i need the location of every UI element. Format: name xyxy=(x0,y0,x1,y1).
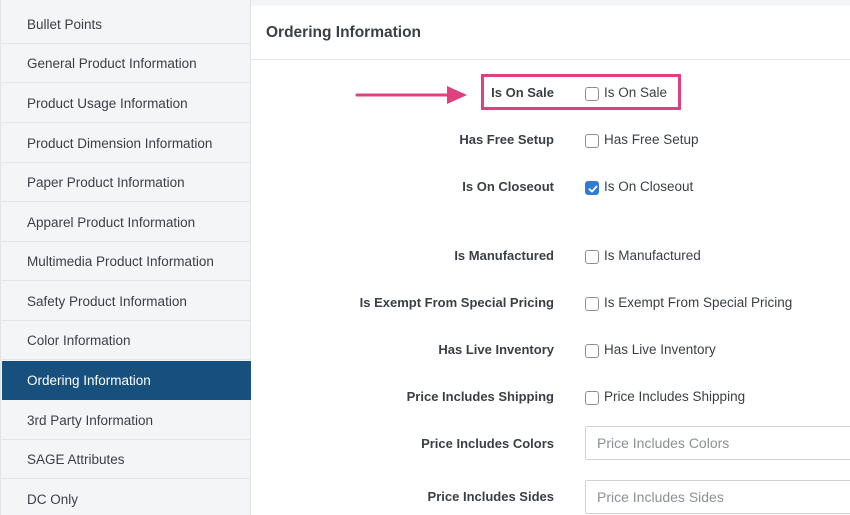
is-exempt-from-special-pricing-checkbox[interactable] xyxy=(585,297,599,311)
is-on-closeout-checkbox-label[interactable]: Is On Closeout xyxy=(604,179,693,194)
has-free-setup-checkbox-label[interactable]: Has Free Setup xyxy=(604,132,699,147)
sidebar-item-label: Product Dimension Information xyxy=(27,135,213,151)
sidebar-item-3rd-party-information[interactable]: 3rd Party Information xyxy=(2,401,251,440)
price-includes-sides-label: Price Includes Sides xyxy=(427,489,554,504)
price-includes-colors-label: Price Includes Colors xyxy=(421,436,554,451)
section-title: Ordering Information xyxy=(266,23,421,41)
sidebar-item-product-usage-information[interactable]: Product Usage Information xyxy=(2,84,251,123)
section-header: Ordering Information xyxy=(251,6,850,60)
price-includes-shipping-checkbox-label[interactable]: Price Includes Shipping xyxy=(604,389,745,404)
sidebar-item-label: 3rd Party Information xyxy=(27,412,154,428)
sidebar-item-label: DC Only xyxy=(27,491,79,507)
is-manufactured-label: Is Manufactured xyxy=(454,248,554,263)
sidebar-item-label: Bullet Points xyxy=(27,16,103,32)
sidebar-nav: Bullet Points General Product Informatio… xyxy=(0,0,251,515)
sidebar-item-color-information[interactable]: Color Information xyxy=(2,321,251,360)
sidebar-item-label: SAGE Attributes xyxy=(27,451,125,467)
sidebar-item-label: Multimedia Product Information xyxy=(27,253,214,269)
has-free-setup-checkbox[interactable] xyxy=(585,134,599,148)
sidebar-item-product-dimension-information[interactable]: Product Dimension Information xyxy=(2,124,251,163)
sidebar-item-sage-attributes[interactable]: SAGE Attributes xyxy=(2,440,251,479)
price-includes-shipping-checkbox[interactable] xyxy=(585,391,599,405)
is-on-closeout-checkbox[interactable] xyxy=(585,181,599,195)
price-includes-sides-input[interactable] xyxy=(585,480,850,514)
sidebar-item-label: Paper Product Information xyxy=(27,174,185,190)
price-includes-shipping-label: Price Includes Shipping xyxy=(406,389,554,404)
sidebar-item-dc-only[interactable]: DC Only xyxy=(2,480,251,515)
is-exempt-from-special-pricing-checkbox-label[interactable]: Is Exempt From Special Pricing xyxy=(604,295,792,310)
sidebar-item-label: Safety Product Information xyxy=(27,293,187,309)
sidebar-item-multimedia-product-information[interactable]: Multimedia Product Information xyxy=(2,242,251,281)
sidebar-item-ordering-information[interactable]: Ordering Information xyxy=(2,361,251,400)
has-live-inventory-label: Has Live Inventory xyxy=(438,342,554,357)
sidebar-item-label: Apparel Product Information xyxy=(27,214,196,230)
price-includes-colors-input[interactable] xyxy=(585,426,850,460)
sidebar-item-paper-product-information[interactable]: Paper Product Information xyxy=(2,163,251,202)
is-manufactured-checkbox-label[interactable]: Is Manufactured xyxy=(604,248,701,263)
is-on-closeout-label: Is On Closeout xyxy=(462,179,554,194)
has-free-setup-label: Has Free Setup xyxy=(459,132,554,147)
is-manufactured-checkbox[interactable] xyxy=(585,250,599,264)
is-exempt-from-special-pricing-label: Is Exempt From Special Pricing xyxy=(359,295,554,310)
has-live-inventory-checkbox-label[interactable]: Has Live Inventory xyxy=(604,342,716,357)
checkmark-icon xyxy=(588,185,598,193)
is-on-sale-highlight-box xyxy=(481,74,681,110)
sidebar-item-apparel-product-information[interactable]: Apparel Product Information xyxy=(2,203,251,242)
sidebar-item-label: General Product Information xyxy=(27,55,197,71)
right-arrow-icon xyxy=(355,86,467,104)
sidebar-item-general-product-information[interactable]: General Product Information xyxy=(2,44,251,83)
sidebar-item-label: Product Usage Information xyxy=(27,95,188,111)
sidebar-item-label: Color Information xyxy=(27,332,131,348)
has-live-inventory-checkbox[interactable] xyxy=(585,344,599,358)
sidebar-item-bullet-points[interactable]: Bullet Points xyxy=(2,5,251,44)
sidebar-item-label: Ordering Information xyxy=(27,372,151,388)
sidebar-item-safety-product-information[interactable]: Safety Product Information xyxy=(2,282,251,321)
